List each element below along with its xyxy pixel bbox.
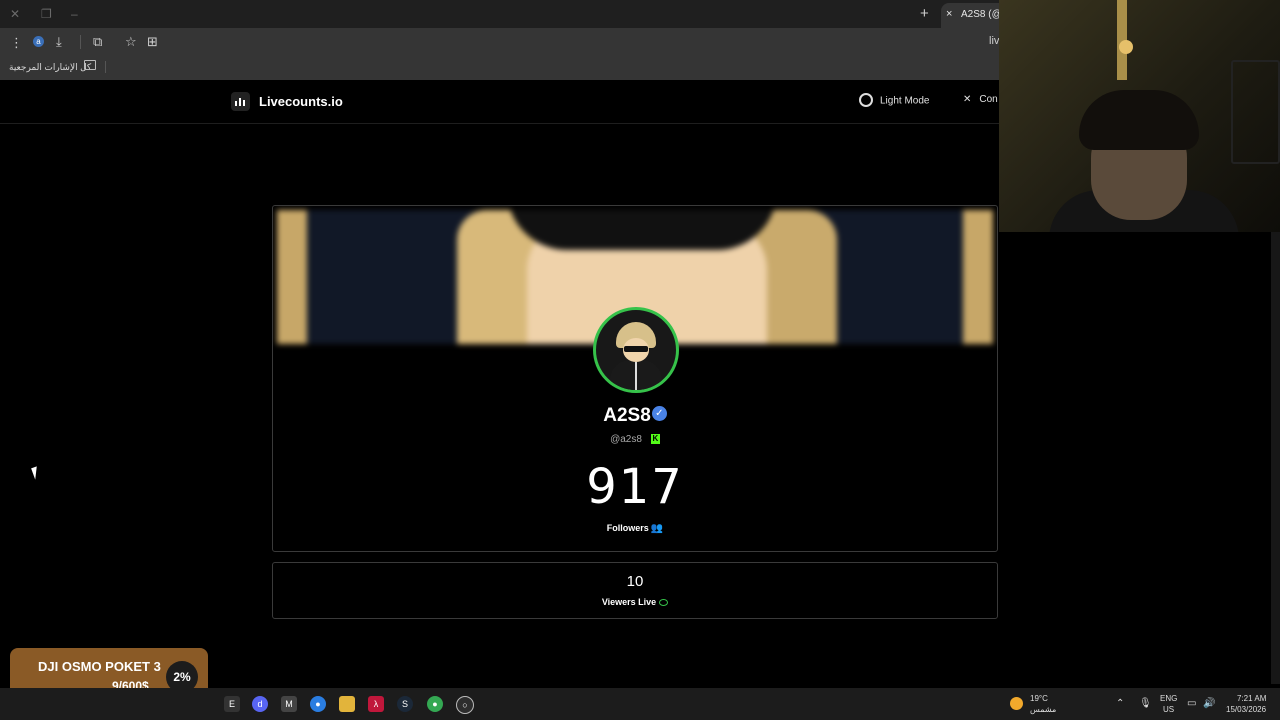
weather-sun-icon[interactable] <box>1010 697 1023 710</box>
minimize-window-icon[interactable]: – <box>71 7 78 21</box>
tray-chevron-icon[interactable]: ⌃ <box>1116 698 1124 709</box>
light-mode-label: Light Mode <box>880 95 930 107</box>
sun-icon <box>859 93 873 107</box>
new-tab-button[interactable]: + <box>920 5 929 22</box>
page-scrollbar[interactable] <box>1271 232 1280 684</box>
tab-close-icon[interactable]: × <box>946 8 952 20</box>
steam-icon[interactable]: S <box>397 696 413 712</box>
mouse-cursor-icon <box>31 466 41 480</box>
right-blank-area <box>999 232 1271 684</box>
windows-taskbar <box>0 688 1280 720</box>
address-bar[interactable]: liv <box>989 35 999 47</box>
restore-window-icon[interactable]: ❐ <box>41 7 52 21</box>
app-red-icon[interactable]: λ <box>368 696 384 712</box>
logo-bars-icon[interactable] <box>231 92 250 111</box>
viewers-count: 10 <box>626 573 644 590</box>
profile-username: A2S8 ✓ <box>273 405 997 427</box>
site-header: Livecounts.io Light Mode ✕ Con <box>0 81 999 124</box>
followers-label-row: Followers 👥 <box>273 523 997 534</box>
network-icon[interactable]: ▭ <box>1187 698 1196 709</box>
bookmark-star-icon[interactable]: ☆ <box>125 34 137 50</box>
download-icon[interactable]: ⤓ <box>56 34 62 50</box>
tab-title: A2S8 (@a2 <box>961 9 999 20</box>
file-explorer-icon[interactable] <box>339 696 355 712</box>
bookmarks-bar: كل الإشارات المرجعية <box>0 56 999 80</box>
chrome-icon[interactable]: ● <box>310 696 326 712</box>
weather-text: مشمس <box>1030 705 1057 714</box>
contact-label: Con <box>979 94 998 105</box>
browser-tab[interactable]: × A2S8 (@a2 <box>941 3 999 28</box>
light-mode-toggle[interactable]: Light Mode <box>859 93 930 108</box>
folder-icon <box>84 60 96 70</box>
display-name: A2S8 <box>603 405 651 426</box>
browser-tab-bar: ✕ ❐ – + × A2S8 (@a2 <box>0 0 999 28</box>
extensions-icon[interactable]: ⧉ <box>93 34 102 50</box>
epic-games-icon[interactable]: E <box>224 696 240 712</box>
close-window-icon[interactable]: ✕ <box>10 7 20 21</box>
translate-icon[interactable]: ⊞ <box>147 34 158 50</box>
discord-icon[interactable]: d <box>252 696 268 712</box>
kick-logo-icon[interactable]: K <box>650 434 660 445</box>
x-logo-icon: ✕ <box>963 94 972 105</box>
profile-handle-row: @a2s8 K <box>273 434 997 445</box>
obs-icon[interactable]: ○ <box>456 696 474 714</box>
webcam-overlay <box>999 0 1280 232</box>
site-logo-text[interactable]: Livecounts.io <box>259 94 343 109</box>
profile-avatar <box>593 307 679 393</box>
bookmarks-divider <box>105 61 106 73</box>
verified-badge-icon: ✓ <box>651 406 667 422</box>
people-icon: 👥 <box>650 523 664 534</box>
donation-title: DJI OSMO POKET 3 <box>38 659 161 674</box>
followers-label: Followers <box>606 523 649 533</box>
all-bookmarks-link[interactable]: كل الإشارات المرجعية <box>9 62 91 73</box>
profile-avatar-icon[interactable]: a <box>33 36 44 47</box>
profile-card: A2S8 ✓ @a2s8 K 917 Followers 👥 <box>272 205 998 552</box>
viewers-label-row: Viewers Live <box>273 597 997 607</box>
language-bottom[interactable]: US <box>1163 705 1174 714</box>
menu-dots-icon[interactable]: ⋮ <box>10 35 23 51</box>
toolbar-divider <box>80 35 81 49</box>
app-icon[interactable]: M <box>281 696 297 712</box>
chrome-profile-icon[interactable]: ● <box>427 696 443 712</box>
viewers-card: 10 Viewers Live <box>272 562 998 619</box>
profile-handle: @a2s8 <box>610 434 642 445</box>
temperature: 19°C <box>1030 694 1048 703</box>
viewers-label: Viewers Live <box>601 597 657 607</box>
eye-icon <box>659 599 669 607</box>
follower-count: 917 <box>586 459 684 515</box>
language-top[interactable]: ENG <box>1160 694 1177 703</box>
contact-link[interactable]: ✕ Con <box>963 94 998 105</box>
clock-date[interactable]: 15/03/2026 <box>1226 705 1266 714</box>
volume-icon[interactable]: 🔊 <box>1203 698 1215 709</box>
clock-time[interactable]: 7:21 AM <box>1237 694 1266 703</box>
microphone-icon[interactable]: 🎙 <box>1139 698 1152 709</box>
